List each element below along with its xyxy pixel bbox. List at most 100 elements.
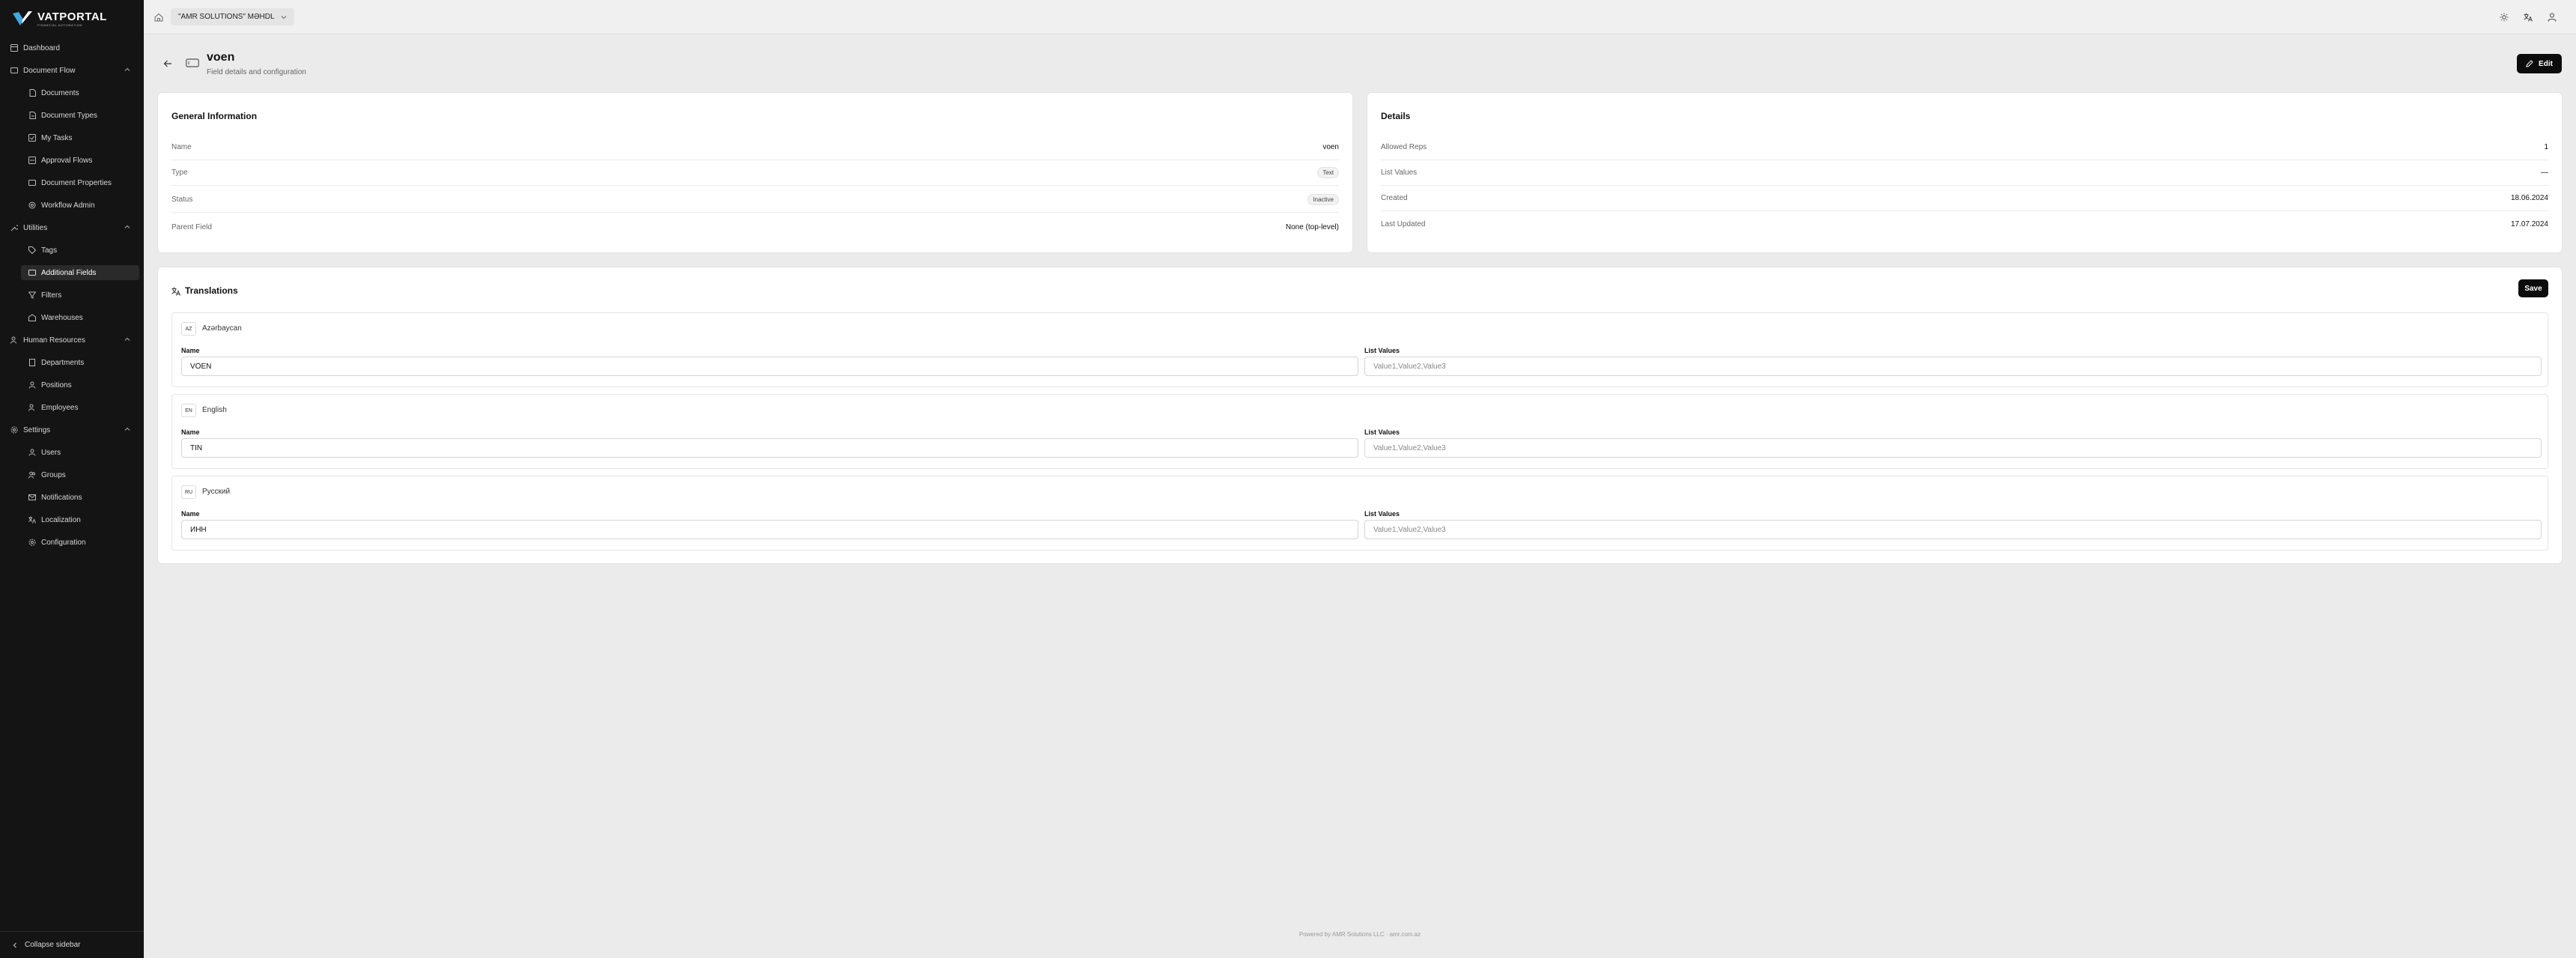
- translation-name-input[interactable]: [181, 438, 1358, 458]
- sidebar-item-workflow-admin[interactable]: Workflow Admin: [0, 198, 144, 213]
- gear-icon: [10, 426, 18, 434]
- edit-button-label: Edit: [2539, 59, 2553, 68]
- sidebar-item-notifications[interactable]: Notifications: [0, 490, 144, 505]
- sidebar-item-label: My Tasks: [41, 133, 73, 142]
- sidebar-item-positions[interactable]: Positions: [0, 378, 144, 392]
- name-label: Name: [181, 347, 200, 354]
- warehouse-icon: [28, 314, 36, 321]
- sidebar-item-label: Filters: [41, 291, 62, 300]
- save-button[interactable]: Save: [2518, 279, 2548, 297]
- home-icon[interactable]: [154, 13, 163, 22]
- detail-value: 18.06.2024: [2510, 194, 2548, 202]
- info-label: Status: [171, 195, 193, 204]
- sidebar-item-groups[interactable]: Groups: [0, 467, 144, 482]
- app-logo[interactable]: VATPORTAL financial automation: [12, 7, 107, 30]
- collapse-sidebar-button[interactable]: Collapse sidebar: [0, 931, 144, 958]
- sidebar-item-filters[interactable]: Filters: [0, 288, 144, 303]
- building-icon: [28, 359, 36, 366]
- translate-icon: [28, 516, 36, 524]
- sidebar-group-label: Document Flow: [23, 66, 76, 75]
- sidebar-item-users[interactable]: Users: [0, 445, 144, 460]
- detail-row-list-values: List Values —: [1381, 160, 2548, 186]
- sidebar-item-label: Approval Flows: [41, 156, 93, 165]
- logo-title: VATPORTAL: [37, 10, 107, 23]
- sidebar-item-warehouses[interactable]: Warehouses: [0, 310, 144, 325]
- sidebar-item-documents[interactable]: Documents: [0, 85, 144, 100]
- sidebar-group-document-flow[interactable]: Document Flow: [0, 63, 144, 78]
- language-name: English: [202, 406, 227, 414]
- sidebar-group-utilities[interactable]: Utilities: [0, 220, 144, 235]
- detail-label: Last Updated: [1381, 219, 1426, 228]
- sidebar-group-label: Utilities: [23, 223, 48, 232]
- list-values-label: List Values: [1364, 428, 1400, 436]
- filter-icon: [28, 291, 36, 299]
- language-name: Azərbaycan: [202, 324, 242, 333]
- sidebar-group-human-resources[interactable]: Human Resources: [0, 333, 144, 348]
- workflow-admin-icon: [28, 201, 36, 209]
- detail-row-created: Created 18.06.2024: [1381, 186, 2548, 211]
- detail-label: Allowed Reps: [1381, 143, 1427, 151]
- translation-ru: RU Русский Name List Values: [171, 476, 2548, 551]
- info-label: Parent Field: [171, 222, 212, 231]
- company-name: "AMR SOLUTIONS" MƏHDL: [178, 13, 275, 21]
- sidebar-item-dashboard[interactable]: Dashboard: [0, 40, 144, 55]
- sidebar-item-departments[interactable]: Departments: [0, 355, 144, 370]
- group-icon: [28, 471, 36, 479]
- sidebar-item-employees[interactable]: Employees: [0, 400, 144, 415]
- sidebar-group-label: Human Resources: [23, 336, 85, 345]
- detail-row-last-updated: Last Updated 17.07.2024: [1381, 211, 2548, 237]
- translation-list-values-input[interactable]: [1364, 438, 2542, 458]
- approval-flows-icon: [28, 157, 36, 164]
- status-badge: Inactive: [1307, 194, 1339, 205]
- info-label: Type: [171, 169, 188, 177]
- sidebar-group-label: Settings: [23, 425, 51, 434]
- page-title: voen: [207, 51, 235, 64]
- user-icon[interactable]: [2548, 13, 2557, 22]
- chevron-up-icon: [124, 67, 130, 71]
- sun-icon[interactable]: [2500, 13, 2509, 22]
- detail-value: 1: [2544, 143, 2548, 151]
- sidebar-item-label: Users: [41, 448, 61, 457]
- type-badge: Text: [1317, 167, 1339, 178]
- sidebar-item-document-types[interactable]: Document Types: [0, 108, 144, 123]
- general-information-card: General Information Name voen Type Text …: [158, 93, 1352, 252]
- field-box-icon: [28, 269, 36, 276]
- company-selector[interactable]: "AMR SOLUTIONS" MƏHDL: [171, 8, 294, 25]
- details-card: Details Allowed Reps 1 List Values — Cre…: [1367, 93, 2562, 252]
- translation-name-input[interactable]: [181, 520, 1358, 539]
- sidebar-item-label: Departments: [41, 358, 85, 367]
- translations-title: Translations: [185, 285, 238, 296]
- edit-button[interactable]: Edit: [2517, 54, 2562, 73]
- sidebar-item-configuration[interactable]: Configuration: [0, 535, 144, 550]
- wrench-icon: [10, 224, 18, 231]
- info-value: voen: [1322, 143, 1339, 151]
- sidebar: VATPORTAL financial automation Dashboard…: [0, 0, 144, 958]
- sidebar-group-settings[interactable]: Settings: [0, 422, 144, 437]
- chevron-down-icon: [281, 15, 286, 19]
- sidebar-item-additional-fields[interactable]: Additional Fields: [21, 265, 139, 280]
- translation-list-values-input[interactable]: [1364, 357, 2542, 376]
- language-name: Русский: [202, 488, 231, 496]
- mail-icon: [28, 494, 36, 501]
- logo-subtitle: financial automation: [37, 22, 82, 27]
- translation-list-values-input[interactable]: [1364, 520, 2542, 539]
- sidebar-item-localization[interactable]: Localization: [0, 512, 144, 527]
- configuration-icon: [28, 539, 36, 546]
- translate-icon: [171, 287, 180, 296]
- arrow-left-icon[interactable]: [163, 59, 172, 68]
- sidebar-item-label: Employees: [41, 403, 79, 412]
- translate-icon[interactable]: [2524, 13, 2533, 22]
- document-properties-icon: [28, 179, 36, 187]
- document-flow-icon: [10, 67, 18, 74]
- language-code-badge: RU: [181, 485, 196, 499]
- sidebar-item-tags[interactable]: Tags: [0, 243, 144, 258]
- sidebar-item-my-tasks[interactable]: My Tasks: [0, 130, 144, 145]
- sidebar-item-approval-flows[interactable]: Approval Flows: [0, 153, 144, 168]
- employees-icon: [28, 404, 36, 411]
- info-value: None (top-level): [1285, 222, 1339, 231]
- language-code-badge: AZ: [181, 322, 196, 336]
- sidebar-item-label: Document Properties: [41, 178, 112, 187]
- sidebar-item-document-properties[interactable]: Document Properties: [0, 175, 144, 190]
- document-types-icon: [28, 112, 36, 119]
- translation-name-input[interactable]: [181, 357, 1358, 376]
